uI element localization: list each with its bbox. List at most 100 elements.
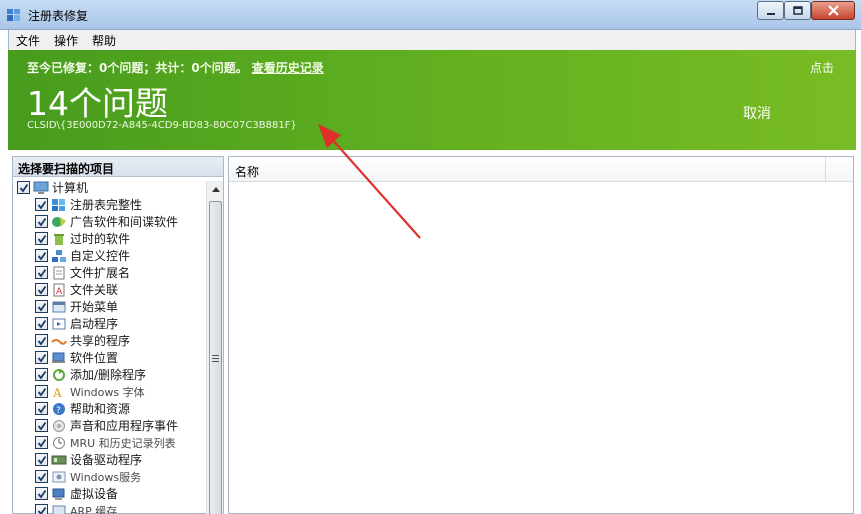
checkbox[interactable] xyxy=(35,249,48,262)
tree-item[interactable]: A 文件关联 xyxy=(13,281,206,298)
tree-item[interactable]: 共享的程序 xyxy=(13,332,206,349)
tree-item-label: 计算机 xyxy=(52,181,89,195)
tree-item-computer[interactable]: 计算机 xyxy=(13,179,206,196)
checkbox[interactable] xyxy=(35,215,48,228)
scan-link[interactable]: 点击 xyxy=(810,59,834,76)
tree-item[interactable]: 广告软件和间谍软件 xyxy=(13,213,206,230)
tree-item[interactable]: A Windows 字体 xyxy=(13,383,206,400)
checkbox[interactable] xyxy=(35,232,48,245)
computer-icon xyxy=(33,181,49,195)
checkmark-icon xyxy=(37,387,46,396)
scan-items-panel: 选择要扫描的项目 计算机 注册表完整性 广告软件和间谍软件 过时的软件 自定义控件 文件… xyxy=(12,156,224,514)
scroll-up-button[interactable] xyxy=(207,181,224,198)
checkmark-icon xyxy=(37,421,46,430)
column-name[interactable]: 名称 xyxy=(235,163,259,180)
tree-item-label: ARP 缓存 xyxy=(70,504,118,514)
tree-item[interactable]: MRU 和历史记录列表 xyxy=(13,434,206,451)
minimize-icon xyxy=(766,12,775,15)
controls-icon xyxy=(51,249,67,263)
close-button[interactable] xyxy=(811,1,855,20)
checkmark-icon xyxy=(37,251,46,260)
tree-item[interactable]: 软件位置 xyxy=(13,349,206,366)
checkbox[interactable] xyxy=(35,470,48,483)
tree-scrollbar[interactable] xyxy=(206,181,223,514)
history-link[interactable]: 查看历史记录 xyxy=(252,61,324,75)
shared-icon xyxy=(51,334,67,348)
checkmark-icon xyxy=(37,200,46,209)
checkbox[interactable] xyxy=(35,317,48,330)
tree-item[interactable]: ARP 缓存 xyxy=(13,502,206,514)
tree-item[interactable]: 过时的软件 xyxy=(13,230,206,247)
sound-icon xyxy=(51,419,67,433)
tree-item[interactable]: 设备驱动程序 xyxy=(13,451,206,468)
column-divider xyxy=(825,157,826,182)
svg-text:A: A xyxy=(52,386,62,399)
tree-item[interactable]: 声音和应用程序事件 xyxy=(13,417,206,434)
menu-file[interactable]: 文件 xyxy=(9,32,47,49)
current-scan-key: CLSID\{3E000D72-A845-4CD9-BD83-80C07C3B8… xyxy=(27,120,297,131)
tree-item[interactable]: Windows服务 xyxy=(13,468,206,485)
checkmark-icon xyxy=(37,489,46,498)
checkbox[interactable] xyxy=(17,181,30,194)
checkbox[interactable] xyxy=(35,266,48,279)
menu-help[interactable]: 帮助 xyxy=(85,32,123,49)
checkmark-icon xyxy=(37,353,46,362)
app-icon xyxy=(6,7,22,23)
maximize-button[interactable] xyxy=(784,1,811,20)
arp-icon xyxy=(51,504,67,514)
tree-item[interactable]: 文件扩展名 xyxy=(13,264,206,281)
checkbox[interactable] xyxy=(35,351,48,364)
checkbox[interactable] xyxy=(35,436,48,449)
tree-item[interactable]: 虚拟设备 xyxy=(13,485,206,502)
svg-text:A: A xyxy=(56,287,63,297)
tree-item-label: 虚拟设备 xyxy=(70,487,119,501)
startup-icon xyxy=(51,317,67,331)
checkbox[interactable] xyxy=(35,334,48,347)
tree-item[interactable]: 启动程序 xyxy=(13,315,206,332)
menu-action[interactable]: 操作 xyxy=(47,32,85,49)
tree-item[interactable]: ? 帮助和资源 xyxy=(13,400,206,417)
checkbox[interactable] xyxy=(35,283,48,296)
cancel-button[interactable]: 取消 xyxy=(743,103,771,123)
driver-icon xyxy=(51,453,67,467)
status-header: 至今已修复：0个问题；共计：0个问题。 查看历史记录 点击 14个问题 取消 CL… xyxy=(8,50,856,150)
virtual-device-icon xyxy=(51,487,67,501)
trash-icon xyxy=(51,232,67,246)
checkbox[interactable] xyxy=(35,198,48,211)
results-panel: 名称 xyxy=(228,156,854,514)
tree-item[interactable]: 添加/删除程序 xyxy=(13,366,206,383)
grip-icon xyxy=(212,354,219,362)
tree-item-label: 注册表完整性 xyxy=(70,198,143,212)
checkmark-icon xyxy=(37,319,46,328)
checkbox[interactable] xyxy=(35,300,48,313)
checkbox[interactable] xyxy=(35,419,48,432)
help-icon: ? xyxy=(51,402,67,416)
scroll-thumb[interactable] xyxy=(209,201,222,514)
adware-icon xyxy=(51,215,67,229)
history-icon xyxy=(51,436,67,450)
tree-item[interactable]: 注册表完整性 xyxy=(13,196,206,213)
checkbox[interactable] xyxy=(35,453,48,466)
tree-item[interactable]: 开始菜单 xyxy=(13,298,206,315)
tree-item-label: Windows 字体 xyxy=(70,385,145,399)
file-ext-icon xyxy=(51,266,67,280)
checkbox[interactable] xyxy=(35,504,48,514)
tree-item[interactable]: 自定义控件 xyxy=(13,247,206,264)
tree-item-label: 文件扩展名 xyxy=(70,266,131,280)
results-list[interactable] xyxy=(229,183,853,513)
tree-item-label: 软件位置 xyxy=(70,351,119,365)
minimize-button[interactable] xyxy=(757,1,784,20)
tree-item-label: Windows服务 xyxy=(70,470,142,484)
software-location-icon xyxy=(51,351,67,365)
summary-text: 至今已修复：0个问题；共计：0个问题。 xyxy=(27,61,248,75)
checkmark-icon xyxy=(37,404,46,413)
checkbox[interactable] xyxy=(35,385,48,398)
maximize-icon xyxy=(792,5,803,15)
close-icon xyxy=(827,5,839,16)
scan-items-tree: 计算机 注册表完整性 广告软件和间谍软件 过时的软件 自定义控件文件扩展名 A 文件关联开… xyxy=(13,179,206,514)
checkbox[interactable] xyxy=(35,487,48,500)
checkbox[interactable] xyxy=(35,368,48,381)
issue-count: 14个问题 xyxy=(27,84,168,123)
results-column-header: 名称 xyxy=(229,157,853,182)
checkbox[interactable] xyxy=(35,402,48,415)
